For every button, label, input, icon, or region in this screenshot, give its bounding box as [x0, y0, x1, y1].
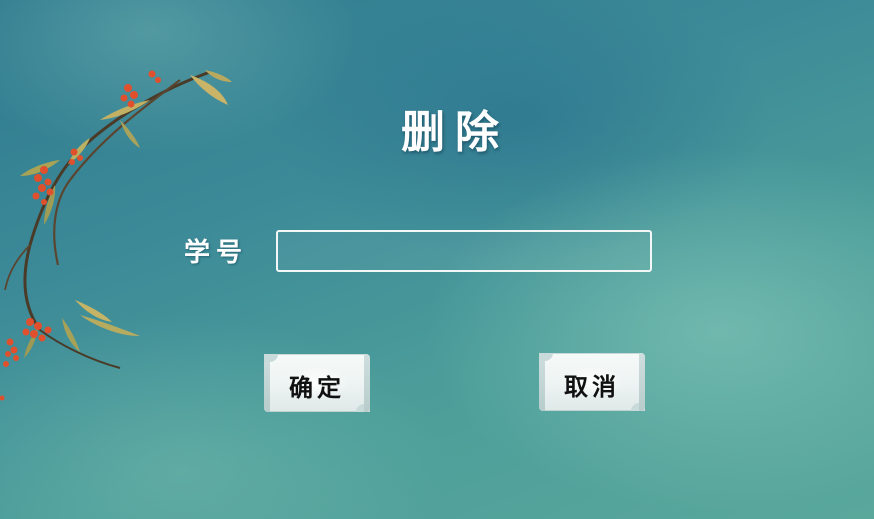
scroll-corner-decoration — [356, 404, 370, 412]
cancel-button-label: 取消 — [564, 372, 620, 401]
scroll-corner-decoration — [539, 353, 553, 361]
confirm-button-label: 确定 — [289, 373, 345, 402]
page-title: 删除 — [401, 107, 509, 158]
cancel-button[interactable]: 取消 — [539, 353, 645, 411]
confirm-button[interactable]: 确定 — [264, 354, 370, 412]
scroll-corner-decoration — [631, 403, 645, 411]
delete-student-window: 删除 学号 确定 取消 — [0, 0, 874, 519]
student-id-label: 学号 — [184, 238, 249, 268]
scroll-corner-decoration — [264, 354, 278, 362]
student-id-input[interactable] — [276, 230, 652, 272]
